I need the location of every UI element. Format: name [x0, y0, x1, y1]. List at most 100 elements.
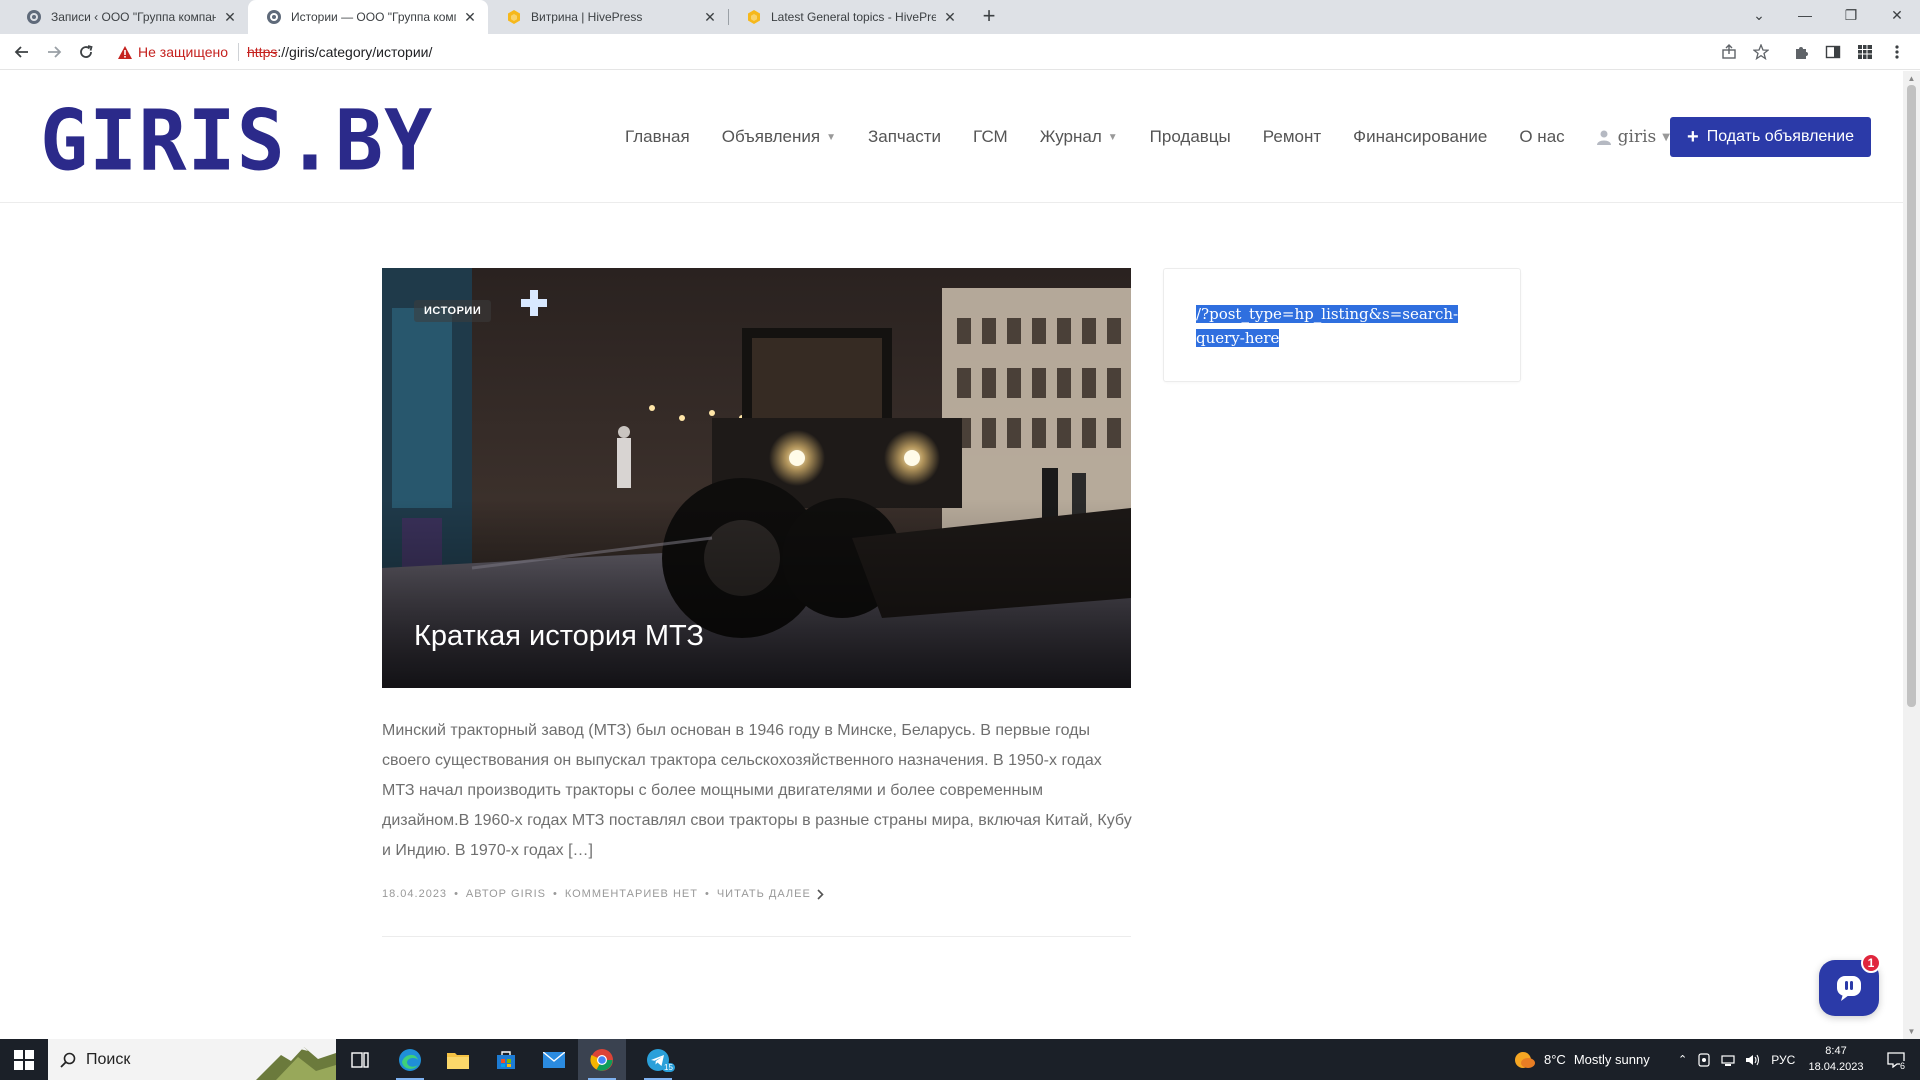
close-window-button[interactable]: ✕ — [1874, 0, 1920, 30]
scroll-thumb[interactable] — [1907, 85, 1916, 707]
nav-label: О нас — [1519, 127, 1565, 146]
taskbar-mail[interactable] — [530, 1039, 578, 1080]
reload-button[interactable] — [74, 40, 98, 64]
store-icon — [497, 1050, 515, 1069]
taskbar-chrome[interactable] — [578, 1039, 626, 1080]
tray-expand-icon[interactable]: ⌃ — [1678, 1053, 1687, 1066]
language-indicator[interactable]: РУС — [1771, 1053, 1795, 1067]
browser-toolbar: Не защищено https://giris/category/истор… — [0, 34, 1920, 70]
search-highlight-icon — [256, 1047, 336, 1080]
weather-temp: 8°C — [1544, 1052, 1566, 1067]
new-tab-button[interactable]: + — [976, 4, 1002, 30]
browser-tab-0[interactable]: Записи ‹ ООО "Группа компаний ✕ — [8, 0, 248, 34]
post-title[interactable]: Краткая история МТЗ — [414, 620, 704, 653]
forward-button[interactable] — [42, 40, 66, 64]
nav-item-repair[interactable]: Ремонт — [1263, 127, 1321, 147]
taskbar-edge[interactable] — [386, 1039, 434, 1080]
back-button[interactable] — [10, 40, 34, 64]
nav-item-financing[interactable]: Финансирование — [1353, 127, 1487, 147]
windows-start-icon[interactable] — [14, 1050, 34, 1070]
nav-item-fuel[interactable]: ГСМ — [973, 127, 1008, 147]
post-divider — [382, 936, 1131, 937]
browser-tab-3[interactable]: Latest General topics - HivePress ✕ — [728, 0, 968, 34]
extensions-icon[interactable] — [1792, 43, 1810, 61]
nav-item-sellers[interactable]: Продавцы — [1150, 127, 1231, 147]
post-featured-image[interactable]: ИСТОРИИ Краткая история МТЗ — [382, 268, 1131, 688]
taskbar-search-placeholder: Поиск — [86, 1050, 131, 1068]
post-meta: 18.04.2023 • АВТОР GIRIS • КОММЕНТАРИЕВ … — [382, 888, 824, 900]
meet-now-icon[interactable] — [1697, 1052, 1711, 1067]
nav-item-home[interactable]: Главная — [625, 127, 690, 147]
clock-time: 8:47 — [1825, 1045, 1847, 1057]
page-scrollbar[interactable]: ▲ ▼ — [1903, 71, 1920, 1039]
notifications-button[interactable]: 6 — [1880, 1039, 1912, 1080]
nav-item-about[interactable]: О нас — [1519, 127, 1564, 147]
site-logo[interactable]: GIRIS.BY — [40, 98, 433, 183]
task-view-button[interactable] — [336, 1039, 384, 1080]
post-date: 18.04.2023 — [382, 888, 448, 900]
chat-bubble-icon — [1837, 976, 1861, 1001]
nav-label: Журнал — [1039, 127, 1102, 146]
telegram-badge: 15 — [662, 1063, 675, 1072]
user-name: giris — [1617, 127, 1657, 147]
meta-separator: • — [704, 888, 710, 900]
browser-tab-title: Истории — ООО "Группа компаний — [291, 10, 456, 24]
notification-count: 6 — [1900, 1061, 1906, 1071]
weather-widget[interactable]: 8°C Mostly sunny — [1514, 1039, 1650, 1080]
taskbar-search[interactable]: Поиск — [48, 1039, 336, 1080]
address-bar[interactable]: Не защищено https://giris/category/истор… — [110, 37, 1765, 67]
add-listing-button[interactable]: + Подать объявление — [1670, 117, 1871, 157]
user-menu[interactable]: giris ▼ — [1596, 127, 1670, 147]
scroll-down-arrow[interactable]: ▼ — [1907, 1027, 1916, 1036]
chat-notification-badge: 1 — [1861, 953, 1881, 973]
read-more-label: ЧИТАТЬ ДАЛЕЕ — [716, 888, 811, 900]
browser-tab-title: Latest General topics - HivePress — [771, 10, 936, 24]
volume-icon[interactable] — [1745, 1053, 1761, 1067]
star-icon[interactable] — [1752, 43, 1770, 61]
widget-text[interactable]: /?post_type=hp_listing&s=search-query-he… — [1196, 302, 1466, 350]
security-warning[interactable]: Не защищено — [118, 43, 239, 61]
scroll-up-arrow[interactable]: ▲ — [1907, 74, 1916, 83]
menu-icon[interactable] — [1888, 43, 1906, 61]
grid-extension-icon[interactable] — [1856, 43, 1874, 61]
main-navigation: Главная Объявления ▼ Запчасти ГСМ Журнал ▼… — [625, 127, 1702, 147]
nav-item-parts[interactable]: Запчасти — [868, 127, 941, 147]
taskbar-explorer[interactable] — [434, 1039, 482, 1080]
user-icon — [1596, 130, 1611, 145]
taskbar-store[interactable] — [482, 1039, 530, 1080]
nav-label: Ремонт — [1262, 127, 1322, 146]
browser-tab-1[interactable]: Истории — ООО "Группа компаний ✕ — [248, 0, 488, 34]
close-tab-icon[interactable]: ✕ — [942, 9, 958, 26]
taskbar-telegram[interactable]: 15 — [634, 1039, 682, 1080]
arrow-right-icon — [48, 46, 62, 58]
arrow-left-icon — [14, 46, 28, 58]
category-badge[interactable]: ИСТОРИИ — [414, 300, 492, 322]
network-icon[interactable] — [1721, 1053, 1735, 1067]
side-panel-icon[interactable] — [1824, 43, 1842, 61]
add-listing-label: Подать объявление — [1706, 128, 1854, 145]
minimize-button[interactable]: — — [1782, 0, 1828, 30]
sidebar-widget: /?post_type=hp_listing&s=search-query-he… — [1163, 268, 1521, 382]
nav-label: Продавцы — [1149, 127, 1231, 146]
restore-button[interactable]: ❐ — [1828, 0, 1874, 30]
browser-tab-2[interactable]: Витрина | HivePress ✕ — [488, 0, 728, 34]
nav-label: ГСМ — [973, 127, 1008, 146]
close-tab-icon[interactable]: ✕ — [462, 9, 478, 26]
plus-icon: + — [1687, 126, 1699, 148]
taskbar-clock[interactable]: 8:47 18.04.2023 — [1808, 1043, 1864, 1075]
tab-search-icon[interactable]: ⌄ — [1736, 0, 1782, 30]
nav-item-journal[interactable]: Журнал ▼ — [1040, 127, 1118, 147]
browser-tab-title: Витрина | HivePress — [531, 10, 643, 24]
close-tab-icon[interactable]: ✕ — [702, 9, 718, 26]
close-tab-icon[interactable]: ✕ — [222, 9, 238, 26]
share-icon[interactable] — [1720, 43, 1738, 61]
browser-tab-strip: Записи ‹ ООО "Группа компаний ✕ Истории … — [0, 0, 1920, 34]
read-more-link[interactable]: ЧИТАТЬ ДАЛЕЕ — [717, 888, 824, 900]
hivepress-icon — [746, 9, 762, 25]
post-author[interactable]: АВТОР GIRIS — [466, 888, 546, 900]
task-view-icon — [351, 1051, 369, 1068]
nav-item-listings[interactable]: Объявления ▼ — [722, 127, 836, 147]
chevron-down-icon: ▼ — [826, 131, 836, 143]
post-comments[interactable]: КОММЕНТАРИЕВ НЕТ — [565, 888, 698, 900]
nav-label: Запчасти — [867, 127, 941, 146]
